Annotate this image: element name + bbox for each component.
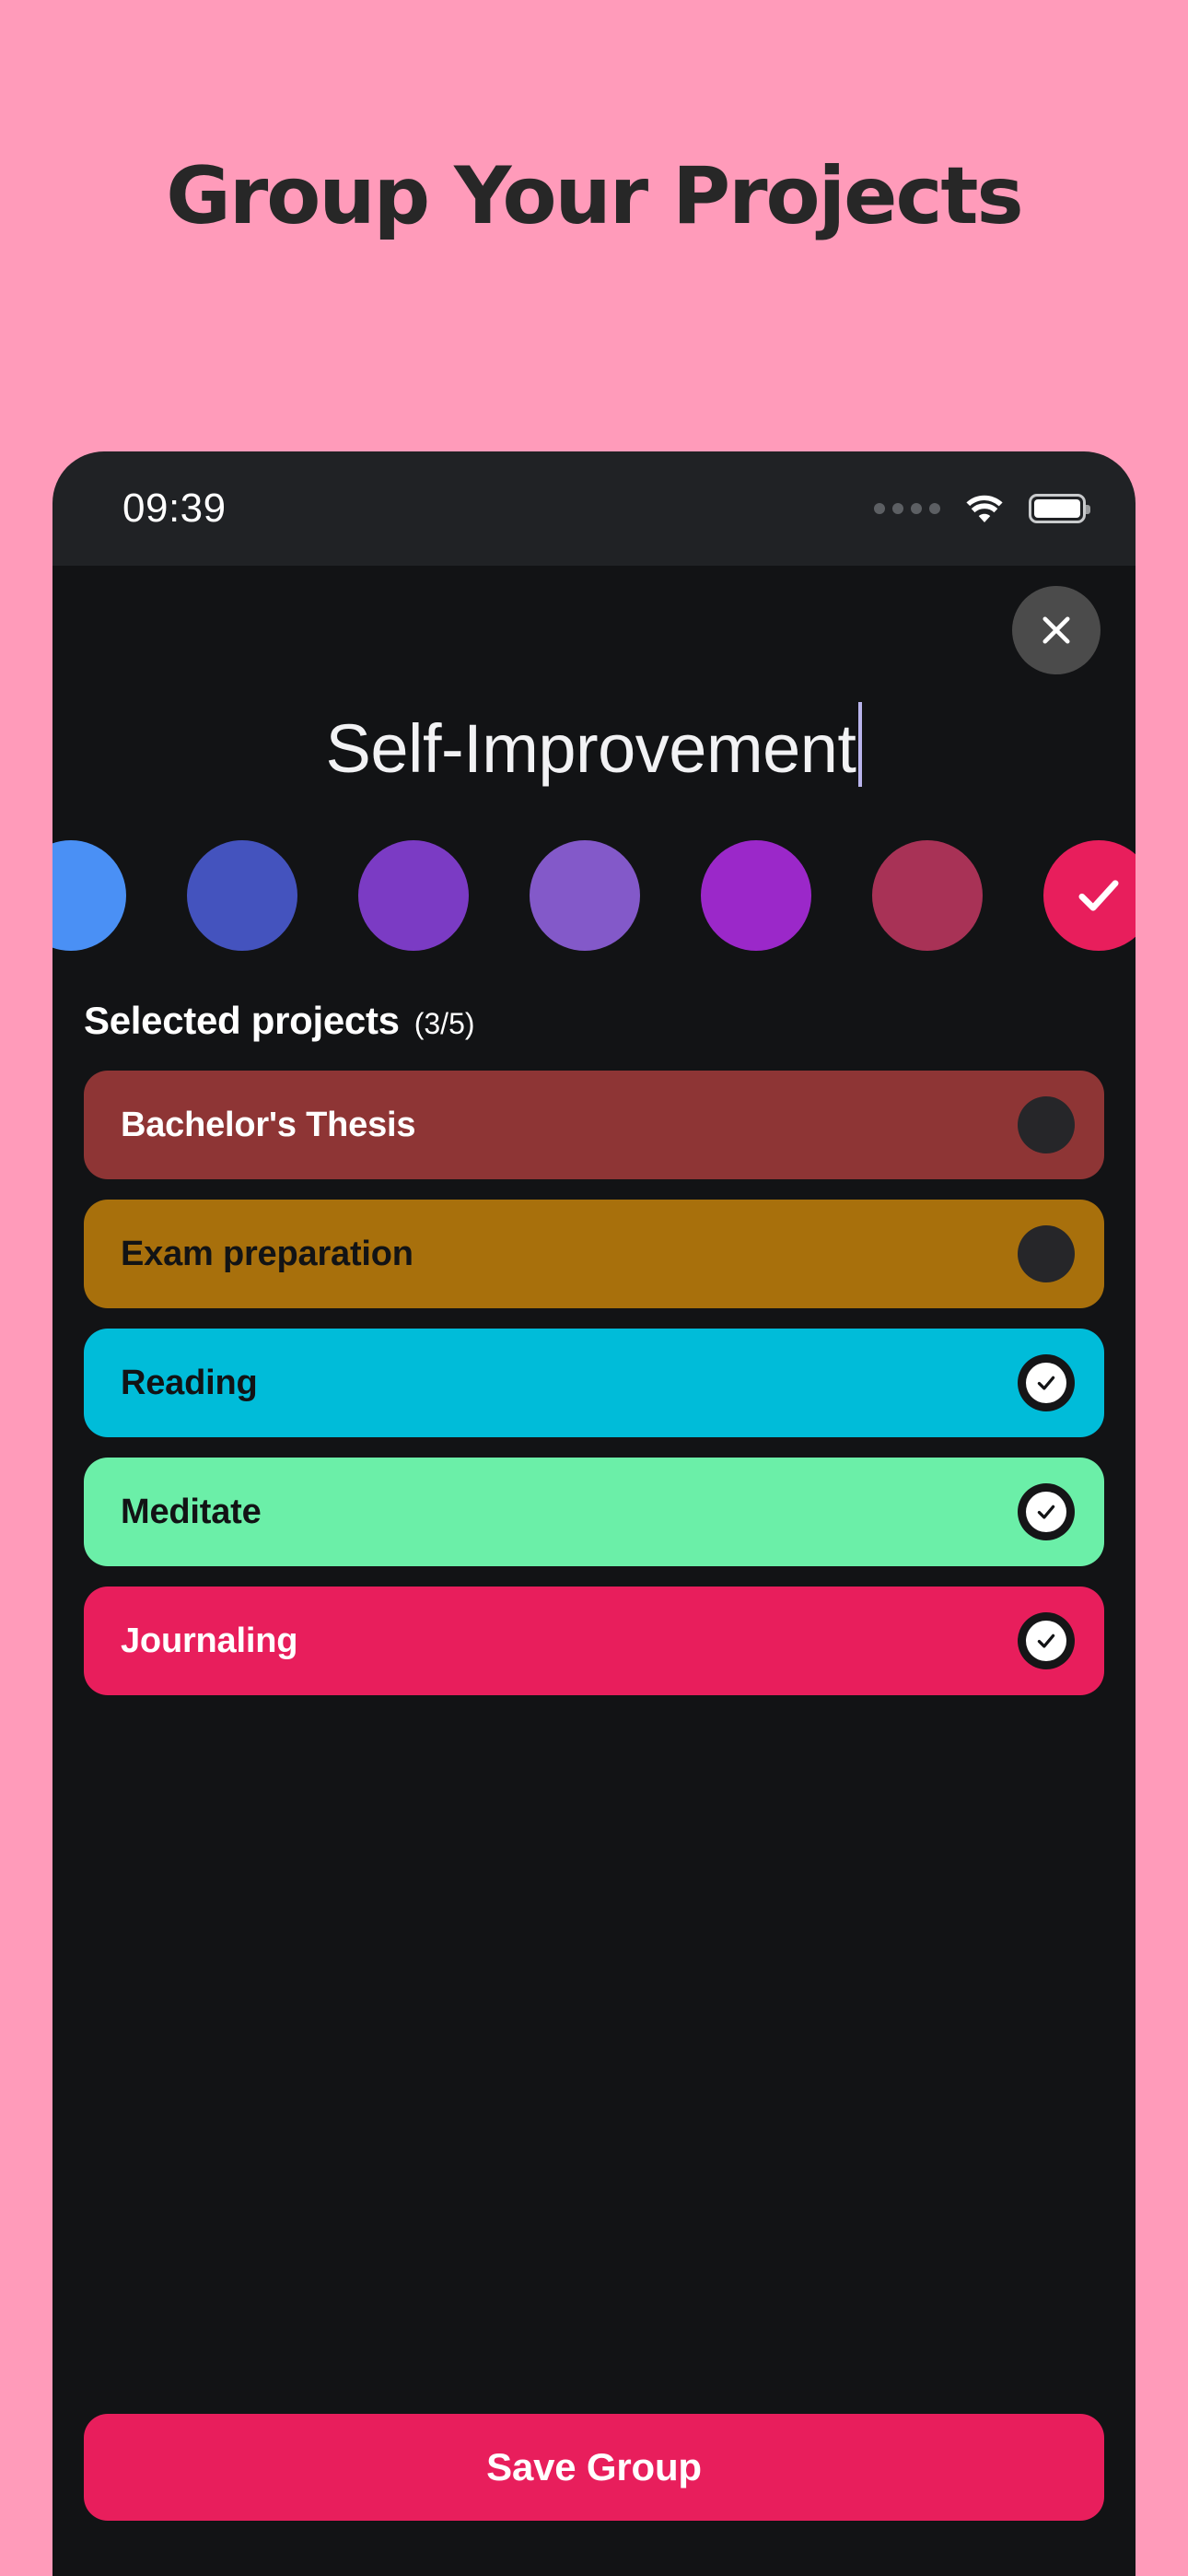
signal-dots-icon [874, 503, 940, 514]
project-row[interactable]: Meditate [84, 1458, 1104, 1566]
text-caret [858, 701, 863, 787]
save-button-wrap: Save Group [52, 2414, 1136, 2576]
color-swatch-magenta[interactable] [701, 840, 811, 951]
project-list: Bachelor's Thesis Exam preparation Reading… [52, 1071, 1136, 1695]
check-inner [1026, 1621, 1066, 1661]
project-checkbox-checked[interactable] [1018, 1612, 1075, 1669]
group-name-input[interactable]: Self-Improvement [84, 687, 1104, 788]
save-group-button[interactable]: Save Group [84, 2414, 1104, 2521]
color-swatch-light-violet[interactable] [530, 840, 640, 951]
project-label: Journaling [121, 1621, 298, 1660]
check-inner [1026, 1492, 1066, 1532]
status-bar: 09:39 [52, 451, 1136, 566]
section-title: Selected projects [84, 999, 400, 1042]
project-row[interactable]: Reading [84, 1329, 1104, 1437]
page-title: Group Your Projects [166, 150, 1023, 242]
group-name-value: Self-Improvement [325, 709, 856, 787]
check-inner [1026, 1363, 1066, 1403]
wifi-icon [966, 495, 1003, 523]
app-screen: Self-Improvement Selected projects (3/5)… [52, 566, 1136, 2576]
group-name-field-wrap: Self-Improvement [52, 674, 1136, 800]
color-swatch-row [52, 840, 1136, 951]
status-icons [874, 493, 1090, 524]
check-icon [1037, 1376, 1055, 1390]
selected-projects-header: Selected projects (3/5) [52, 999, 1136, 1043]
battery-full-icon [1029, 494, 1090, 523]
project-row[interactable]: Bachelor's Thesis [84, 1071, 1104, 1179]
color-swatch-crimson[interactable] [1043, 840, 1136, 951]
project-row[interactable]: Exam preparation [84, 1200, 1104, 1308]
phone-frame: 09:39 Self-Improvement Selected projects… [52, 451, 1136, 2576]
project-label: Bachelor's Thesis [121, 1105, 416, 1144]
check-icon [1078, 880, 1119, 911]
save-group-label: Save Group [486, 2445, 702, 2488]
check-icon [1037, 1505, 1055, 1519]
project-label: Exam preparation [121, 1234, 413, 1273]
color-swatch-violet[interactable] [358, 840, 469, 951]
check-icon [1037, 1633, 1055, 1648]
modal-header [52, 566, 1136, 674]
color-swatch-blue[interactable] [52, 840, 126, 951]
project-label: Meditate [121, 1492, 262, 1531]
close-button[interactable] [1012, 586, 1101, 674]
selected-count-badge: (3/5) [413, 1007, 475, 1040]
project-label: Reading [121, 1363, 258, 1402]
status-time: 09:39 [122, 486, 227, 531]
project-checkbox-unchecked[interactable] [1018, 1225, 1075, 1282]
project-checkbox-checked[interactable] [1018, 1354, 1075, 1411]
project-checkbox-checked[interactable] [1018, 1483, 1075, 1540]
project-row[interactable]: Journaling [84, 1587, 1104, 1695]
close-icon [1042, 616, 1070, 644]
color-swatch-mauve[interactable] [872, 840, 983, 951]
project-checkbox-unchecked[interactable] [1018, 1096, 1075, 1153]
color-swatch-indigo[interactable] [187, 840, 297, 951]
